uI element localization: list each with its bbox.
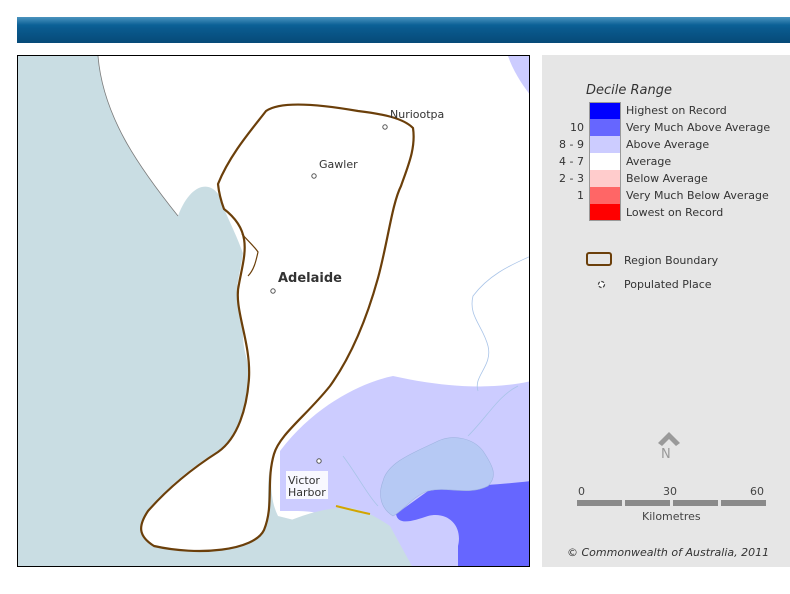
region-boundary-swatch <box>586 252 612 266</box>
decile-range: 8 - 9 <box>559 138 584 151</box>
decile-label: Average <box>626 155 672 168</box>
place-label-adelaide: Adelaide <box>278 271 342 286</box>
scale-segment <box>577 500 622 506</box>
populated-place-icon <box>597 280 606 289</box>
place-label-gawler: Gawler <box>319 158 358 171</box>
decile-label: Highest on Record <box>626 104 727 117</box>
decile-swatch <box>589 170 621 187</box>
populated-place-label: Populated Place <box>624 278 712 291</box>
decile-label: Above Average <box>626 138 710 151</box>
decile-row-very-much-below: 1 Very Much Below Average <box>542 187 790 204</box>
scale-tick-60: 60 <box>750 485 764 498</box>
decile-swatch <box>589 187 621 204</box>
decile-row-below: 2 - 3 Below Average <box>542 170 790 187</box>
region-boundary-label: Region Boundary <box>624 254 719 267</box>
above-average-northeast <box>508 56 529 94</box>
decile-row-above: 8 - 9 Above Average <box>542 136 790 153</box>
map-canvas: Nuriootpa Gawler Adelaide Victor Harbor <box>18 56 529 566</box>
decile-label: Lowest on Record <box>626 206 724 219</box>
copyright-notice: © Commonwealth of Australia, 2011 <box>567 546 770 559</box>
decile-swatch <box>589 136 621 153</box>
scale-segment <box>721 500 766 506</box>
decile-range: 2 - 3 <box>559 172 584 185</box>
scale-tick-30: 30 <box>663 485 677 498</box>
decile-row-highest: Highest on Record <box>542 102 790 119</box>
map-view[interactable]: Nuriootpa Gawler Adelaide Victor Harbor <box>17 55 530 567</box>
decile-range: 4 - 7 <box>559 155 584 168</box>
legend-panel: Decile Range Highest on Record 10 Very M… <box>542 55 790 567</box>
decile-swatch <box>589 102 621 119</box>
decile-range: 10 <box>570 121 584 134</box>
scale-unit: Kilometres <box>642 510 701 523</box>
header-banner <box>17 17 790 43</box>
scale-segment <box>673 500 718 506</box>
place-label-victor-harbor: Victor Harbor <box>288 474 326 499</box>
decile-range: 1 <box>577 189 584 202</box>
decile-row-lowest: Lowest on Record <box>542 204 790 221</box>
decile-label: Very Much Above Average <box>626 121 771 134</box>
decile-label: Very Much Below Average <box>626 189 769 202</box>
scale-segment <box>625 500 670 506</box>
place-label-harbor: Harbor <box>288 486 326 499</box>
decile-label: Below Average <box>626 172 708 185</box>
scale-tick-0: 0 <box>578 485 585 498</box>
decile-row-very-much-above: 10 Very Much Above Average <box>542 119 790 136</box>
north-label: N <box>661 447 671 462</box>
river-1 <box>471 256 529 392</box>
decile-row-average: 4 - 7 Average <box>542 153 790 170</box>
decile-swatch <box>589 204 621 221</box>
place-label-nuriootpa: Nuriootpa <box>390 108 444 121</box>
decile-swatch <box>589 153 621 170</box>
decile-swatch <box>589 119 621 136</box>
legend-title: Decile Range <box>586 83 672 98</box>
